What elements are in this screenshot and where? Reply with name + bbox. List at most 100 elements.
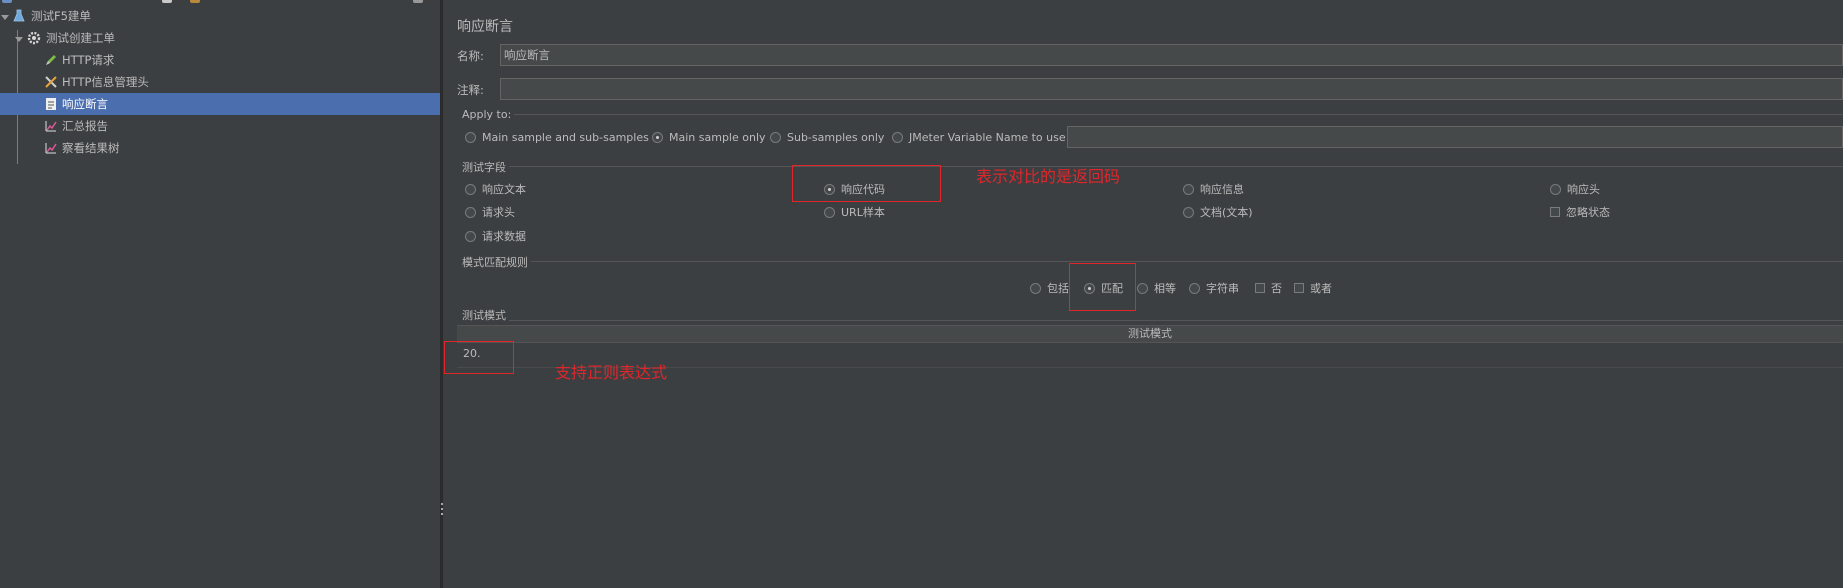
name-field[interactable] (500, 44, 1843, 66)
checkbox-icon[interactable] (1294, 283, 1304, 293)
checkbox-label: 忽略状态 (1566, 206, 1610, 219)
checkbox-label: 否 (1271, 282, 1282, 295)
annotation-box-response-code (792, 165, 941, 202)
name-label: 名称: (457, 49, 484, 63)
radio-label: 请求数据 (482, 230, 526, 243)
toolbar-button[interactable] (2, 0, 12, 3)
tree-item-label: 察看结果树 (62, 141, 120, 155)
rule-contains-radio[interactable]: 包括 (1030, 280, 1069, 296)
tree-item-label: HTTP信息管理头 (62, 75, 149, 89)
toolbar-button[interactable] (162, 0, 172, 3)
radio-label: Main sample only (669, 131, 766, 144)
flask-icon (12, 9, 26, 23)
radio-icon[interactable] (1183, 206, 1194, 218)
variable-name-field[interactable] (1067, 126, 1843, 148)
rule-equals-radio[interactable]: 相等 (1137, 280, 1176, 296)
patterns-title: 测试模式 (462, 307, 509, 323)
field-response-text-radio[interactable]: 响应文本 (465, 181, 526, 197)
tree-item-header-manager[interactable]: HTTP信息管理头 (0, 71, 440, 93)
radio-icon[interactable] (824, 206, 835, 218)
apply-variable-radio[interactable]: JMeter Variable Name to use (892, 131, 1066, 144)
test-plan-tree: 测试F5建单 测试创建工单 HTTP请求 HTTP信息管理头 响应断言 汇总报告 (0, 4, 440, 588)
radio-icon[interactable] (1189, 282, 1200, 294)
chart-icon (44, 119, 58, 133)
radio-icon[interactable] (892, 132, 903, 143)
radio-label: 相等 (1154, 282, 1176, 295)
tree-item-label: HTTP请求 (62, 53, 115, 67)
tools-icon (44, 75, 58, 89)
tree-item-http-request[interactable]: HTTP请求 (0, 49, 440, 71)
apply-main-only-radio[interactable]: Main sample only (652, 131, 766, 144)
annotation-response-code-note: 表示对比的是返回码 (976, 167, 1121, 186)
checkbox-label: 或者 (1310, 282, 1332, 295)
checkbox-icon[interactable] (1550, 207, 1560, 217)
apply-to-title: Apply to: (462, 108, 515, 121)
field-response-message-radio[interactable]: 响应信息 (1183, 181, 1244, 197)
annotation-box-pattern (444, 341, 514, 374)
apply-main-and-sub-radio[interactable]: Main sample and sub-samples (465, 131, 649, 144)
tree-item-label: 测试F5建单 (31, 9, 91, 23)
pen-icon (44, 53, 58, 67)
gear-icon (27, 31, 41, 45)
tree-item-test-plan[interactable]: 测试F5建单 (0, 5, 440, 27)
chart-icon (44, 141, 58, 155)
radio-icon[interactable] (465, 230, 476, 242)
annotation-regex-note: 支持正则表达式 (555, 363, 668, 382)
tree-item-view-results-tree[interactable]: 察看结果树 (0, 137, 440, 159)
radio-label: JMeter Variable Name to use (909, 131, 1066, 144)
field-request-data-radio[interactable]: 请求数据 (465, 228, 526, 244)
radio-icon[interactable] (1030, 282, 1041, 294)
radio-icon[interactable] (1550, 183, 1561, 195)
rule-or-checkbox[interactable]: 或者 (1294, 280, 1332, 296)
radio-label: 响应头 (1567, 183, 1600, 196)
apply-to-group-border (463, 114, 1843, 115)
test-field-title: 测试字段 (462, 159, 509, 175)
radio-icon[interactable] (1183, 183, 1194, 195)
tree-item-label: 测试创建工单 (46, 31, 115, 45)
checkbox-icon[interactable] (1255, 283, 1265, 293)
assertion-icon (44, 97, 58, 111)
match-rule-title: 模式匹配规则 (462, 254, 531, 270)
toolbar-button[interactable] (190, 0, 200, 3)
field-url-sampled-radio[interactable]: URL样本 (824, 204, 885, 220)
tree-item-label: 汇总报告 (62, 119, 108, 133)
radio-label: 响应信息 (1200, 183, 1244, 196)
match-rule-group-border (463, 261, 1843, 262)
radio-icon[interactable] (465, 132, 476, 143)
annotation-box-matches (1069, 263, 1136, 311)
comment-label: 注释: (457, 83, 484, 97)
field-request-headers-radio[interactable]: 请求头 (465, 204, 515, 220)
radio-label: URL样本 (841, 206, 885, 219)
radio-label: 包括 (1047, 282, 1069, 295)
radio-icon[interactable] (652, 132, 663, 143)
radio-icon[interactable] (465, 183, 476, 195)
ignore-status-checkbox[interactable]: 忽略状态 (1550, 204, 1610, 220)
expand-arrow-icon[interactable] (1, 15, 9, 20)
test-field-group-border (463, 166, 1843, 167)
radio-label: 字符串 (1206, 282, 1239, 295)
tree-item-label: 响应断言 (62, 97, 108, 111)
radio-icon[interactable] (1137, 282, 1148, 294)
radio-label: Main sample and sub-samples (482, 131, 649, 144)
toolbar-button[interactable] (413, 0, 423, 3)
radio-icon[interactable] (770, 132, 781, 143)
tree-item-summary-report[interactable]: 汇总报告 (0, 115, 440, 137)
page-title: 响应断言 (457, 19, 513, 35)
response-assertion-panel: 响应断言 名称: 注释: Apply to: Main sample and s… (443, 0, 1843, 588)
field-document-text-radio[interactable]: 文档(文本) (1183, 204, 1253, 220)
comment-field[interactable] (500, 78, 1843, 100)
expand-arrow-icon[interactable] (15, 37, 23, 42)
radio-label: 响应文本 (482, 183, 526, 196)
field-response-headers-radio[interactable]: 响应头 (1550, 181, 1600, 197)
patterns-group-border (463, 320, 1843, 321)
radio-label: 请求头 (482, 206, 515, 219)
tree-item-thread-group[interactable]: 测试创建工单 (0, 27, 440, 49)
rule-substring-radio[interactable]: 字符串 (1189, 280, 1239, 296)
patterns-table-header[interactable]: 测试模式 (457, 325, 1843, 343)
radio-label: Sub-samples only (787, 131, 885, 144)
radio-icon[interactable] (465, 206, 476, 218)
tree-item-response-assertion[interactable]: 响应断言 (0, 93, 440, 115)
radio-label: 文档(文本) (1200, 206, 1253, 219)
apply-sub-only-radio[interactable]: Sub-samples only (770, 131, 884, 144)
rule-not-checkbox[interactable]: 否 (1255, 280, 1282, 296)
